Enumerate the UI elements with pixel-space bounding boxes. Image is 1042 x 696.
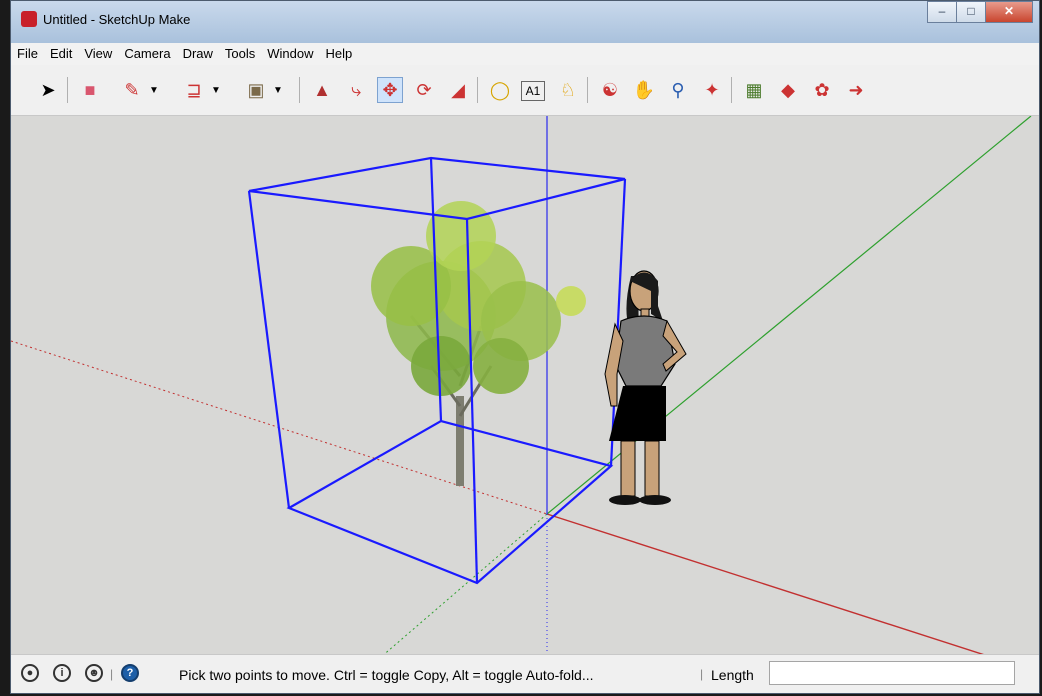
components-icon[interactable]: ✿ [809,77,835,103]
getting-started-toolbar: ➤ ■ ✎ ▼ ⊒ ▼ ▣ ▼ ▲ ⤷ ✥ ⟳ ◢ ◯ A1 ♘ ☯ ✋ ⚲ ✦… [11,65,1039,116]
pan-tool-icon[interactable]: ✋ [631,77,657,103]
arc-tool-icon[interactable]: ⊒ [181,77,207,103]
model-viewport[interactable] [11,116,1039,655]
select-tool-icon[interactable]: ➤ [35,77,61,103]
zoom-extents-tool-icon[interactable]: ✦ [699,77,725,103]
rectangle-dropdown-icon[interactable]: ▼ [273,85,283,96]
status-message: Pick two points to move. Ctrl = toggle C… [179,667,594,683]
status-divider-vcb: | [700,667,704,681]
red-axis-positive [546,513,988,655]
maximize-button[interactable]: □ [956,1,986,23]
window-title: Untitled - SketchUp Make [43,12,191,27]
geo-location-icon[interactable]: ● [21,664,39,682]
move-tool-icon[interactable]: ✥ [377,77,403,103]
status-bar: ● i ☻ | ? Pick two points to move. Ctrl … [11,654,1039,693]
arc-dropdown-icon[interactable]: ▼ [211,85,221,96]
menu-edit[interactable]: Edit [44,43,78,65]
3d-warehouse-icon[interactable]: ▦ [741,77,767,103]
push-pull-tool-icon[interactable]: ▲ [309,77,335,103]
person-figure [604,270,687,505]
minimize-button[interactable]: – [927,1,957,23]
sign-in-user-icon[interactable]: ☻ [85,664,103,682]
instructor-help-icon[interactable]: ? [121,664,139,682]
rotate-tool-icon[interactable]: ⟳ [411,77,437,103]
menu-bar: File Edit View Camera Draw Tools Window … [11,43,1039,66]
share-model-icon[interactable]: ➜ [843,77,869,103]
close-button[interactable]: ✕ [985,1,1033,23]
eraser-tool-icon[interactable]: ■ [77,77,103,103]
menu-file[interactable]: File [11,43,44,65]
vcb-label: Length [711,667,754,683]
text-tool-icon[interactable]: A1 [521,81,545,101]
paint-bucket-tool-icon[interactable]: ♘ [555,77,581,103]
green-axis-positive [546,116,1032,515]
follow-me-tool-icon[interactable]: ⤷ [343,77,369,103]
scale-tool-icon[interactable]: ◢ [445,77,471,103]
tape-measure-tool-icon[interactable]: ◯ [487,77,513,103]
vcb-input[interactable] [769,661,1015,685]
menu-tools[interactable]: Tools [219,43,261,65]
status-divider: | [110,667,114,681]
menu-camera[interactable]: Camera [118,43,176,65]
credits-info-icon[interactable]: i [53,664,71,682]
pencil-tool-icon[interactable]: ✎ [119,77,145,103]
orbit-tool-icon[interactable]: ☯ [597,77,623,103]
zoom-tool-icon[interactable]: ⚲ [665,77,691,103]
menu-view[interactable]: View [78,43,118,65]
menu-help[interactable]: Help [320,43,359,65]
sketchup-window: Untitled - SketchUp Make – □ ✕ File Edit… [10,0,1040,694]
menu-window[interactable]: Window [261,43,319,65]
green-axis-negative [382,513,548,655]
sketchup-app-icon [21,11,37,27]
menu-draw[interactable]: Draw [177,43,219,65]
scene-canvas[interactable] [11,116,1039,655]
title-bar: Untitled - SketchUp Make – □ ✕ [11,1,1039,43]
pencil-dropdown-icon[interactable]: ▼ [149,85,159,96]
rectangle-tool-icon[interactable]: ▣ [243,77,269,103]
extension-warehouse-icon[interactable]: ◆ [775,77,801,103]
